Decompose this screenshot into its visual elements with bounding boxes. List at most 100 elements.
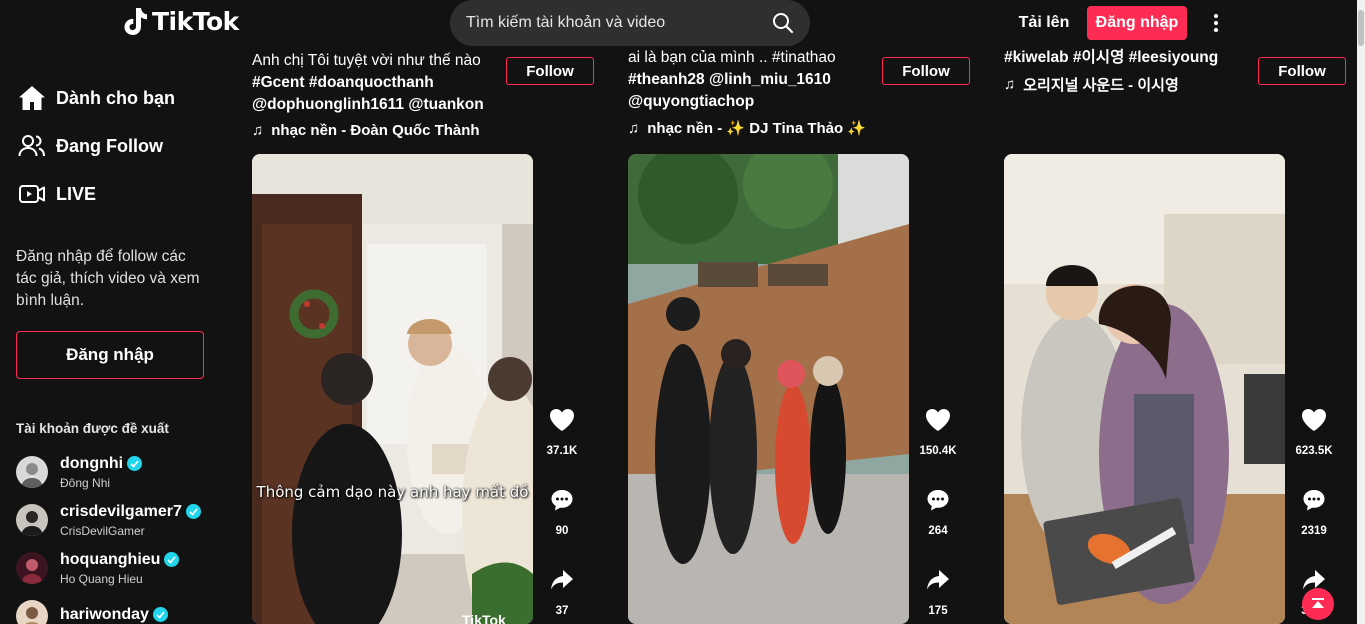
post-music[interactable]: ♫ 오리지널 사운드 - 이시영 [1004,74,1179,95]
post-actions: 150.4K 264 175 [916,398,960,624]
video-thumbnail [252,154,533,624]
post-caption: #kiwelab #이시영 #leesiyoung [1004,47,1218,69]
music-title: 오리지널 사운드 - 이시영 [1023,77,1179,94]
caption-hashtags[interactable]: #Gcent #doanquocthanh [252,72,484,94]
tiktok-logo-icon [124,8,147,35]
music-note-icon: ♫ [628,119,640,137]
top-header: TikTok Tải lên Đăng nhập [0,0,1357,48]
account-username: hoquanghieu [60,550,161,568]
avatar [16,504,48,536]
follow-button[interactable]: Follow [882,57,970,85]
comment-icon [927,490,949,511]
video-player[interactable] [628,154,909,624]
logo-wordmark: TikTok [152,6,239,36]
suggested-account-item[interactable]: hariwonday [16,596,168,624]
sidebar-item-label: LIVE [56,183,97,204]
comment-button[interactable] [540,478,584,522]
comment-button[interactable] [1292,478,1336,522]
share-button[interactable] [916,558,960,602]
account-display-name: Ho Quang Hieu [60,571,143,586]
post-caption: Anh chị Tôi tuyệt vời như thế nào #Gcent… [252,50,484,116]
video-player[interactable] [1004,154,1285,624]
caption-line: Anh chị Tôi tuyệt vời như thế nào [252,52,481,69]
music-note-icon: ♫ [252,122,264,139]
live-icon [19,185,45,203]
back-to-top-button[interactable] [1302,588,1334,620]
like-count: 37.1K [546,445,578,457]
avatar [16,456,48,488]
tiktok-app: TikTok Tải lên Đăng nhập Dành cho bạn Đa… [0,0,1365,624]
upload-button[interactable]: Tải lên [1006,6,1082,40]
comment-button[interactable] [916,478,960,522]
left-sidebar: Dành cho bạn Đang Follow LIVE Đăng nhập … [0,48,220,624]
like-button[interactable] [1292,398,1336,442]
suggested-accounts-title: Tài khoản được đề xuất [16,421,169,436]
music-note-icon: ♫ [1004,76,1016,93]
share-icon [551,570,573,590]
comment-count: 2319 [1301,525,1327,537]
video-thumbnail [1004,154,1285,624]
caption-hashtags[interactable]: #theanh28 @linh_miu_1610 [628,69,836,91]
suggested-account-item[interactable]: hoquanghieu Ho Quang Hieu [16,548,180,588]
search-icon [773,13,794,34]
like-count: 623.5K [1295,445,1333,457]
sidebar-item-live[interactable]: LIVE [18,179,96,209]
scrollbar-thumb[interactable] [1358,10,1364,46]
suggested-account-item[interactable]: crisdevilgamer7 CrisDevilGamer [16,500,201,540]
suggested-account-item[interactable]: dongnhi Đông Nhi [16,452,143,492]
sidebar-item-label: Dành cho bạn [56,87,176,108]
verified-badge-icon [164,552,180,567]
avatar [16,552,48,584]
caption-hashtags[interactable]: #kiwelab #이시영 #leesiyoung [1004,47,1218,69]
search-bar [450,0,810,46]
caption-mentions[interactable]: @dophuonglinh1611 @tuankon [252,94,484,116]
verified-badge-icon [152,607,168,622]
people-icon [18,135,45,157]
account-username: hariwonday [60,605,149,623]
follow-button[interactable]: Follow [506,57,594,85]
caption-line: ai là bạn của mình .. #tinathao [628,49,836,66]
video-thumbnail [628,154,909,624]
share-count: 175 [928,605,948,617]
account-username: dongnhi [60,454,124,472]
video-player[interactable]: Thông cảm dạo này anh hay mất đồ TikTok [252,154,533,624]
sidebar-item-for-you[interactable]: Dành cho bạn [18,83,175,113]
tiktok-logo[interactable]: TikTok [122,6,239,36]
like-button[interactable] [540,398,584,442]
sidebar-login-button[interactable]: Đăng nhập [16,331,204,379]
share-count: 37 [555,605,569,617]
comment-count: 264 [928,525,948,537]
like-count: 150.4K [919,445,957,457]
sidebar-item-following[interactable]: Đang Follow [18,131,163,161]
search-input[interactable] [450,0,756,46]
post-actions: 37.1K 90 37 [540,398,584,624]
login-button[interactable]: Đăng nhập [1087,6,1187,40]
comment-icon [551,490,573,511]
post-music[interactable]: ♫ nhạc nền - ✨ DJ Tina Thảo ✨ [628,119,867,138]
search-button[interactable] [756,0,810,46]
account-display-name: CrisDevilGamer [60,523,145,538]
sidebar-item-label: Đang Follow [56,135,163,156]
heart-icon [926,409,950,431]
more-menu-button[interactable] [1206,8,1226,38]
post-music[interactable]: ♫ nhạc nền - Đoàn Quốc Thành [252,122,480,139]
post-caption: ai là bạn của mình .. #tinathao #theanh2… [628,47,836,113]
page-scrollbar[interactable] [1357,0,1365,624]
login-prompt-text: Đăng nhập để follow các tác giả, thích v… [16,248,200,309]
home-icon [19,86,45,110]
share-button[interactable] [540,558,584,602]
heart-icon [1302,409,1326,431]
heart-icon [550,409,574,431]
account-username: crisdevilgamer7 [60,502,182,520]
comment-count: 90 [555,525,569,537]
caption-mentions[interactable]: @quyongtiachop [628,91,836,113]
like-button[interactable] [916,398,960,442]
music-title: nhạc nền - ✨ DJ Tina Thảo ✨ [647,120,867,137]
music-title: nhạc nền - Đoàn Quốc Thành [271,122,480,139]
verified-badge-icon [185,504,201,519]
account-display-name: Đông Nhi [60,475,111,490]
share-icon [927,570,949,590]
follow-button[interactable]: Follow [1258,57,1346,85]
video-subtitle: Thông cảm dạo này anh hay mất đồ [256,483,529,501]
more-vertical-icon [1214,14,1218,32]
